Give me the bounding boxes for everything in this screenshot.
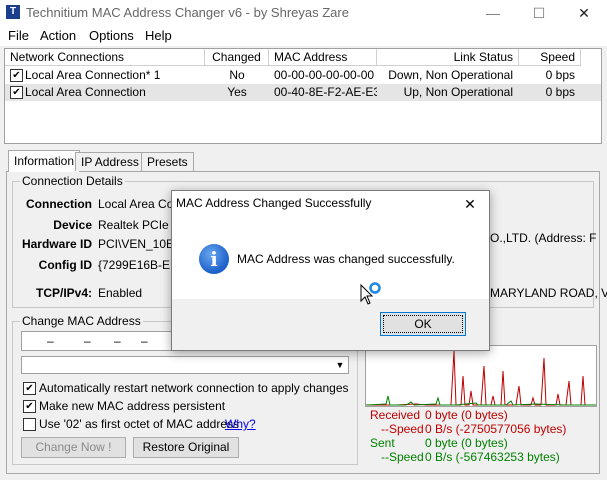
- use-02-label[interactable]: Use '02' as first octet of MAC address: [39, 417, 239, 431]
- persistent-label[interactable]: Make new MAC address persistent: [39, 399, 225, 413]
- chevron-down-icon[interactable]: ▼: [332, 357, 348, 373]
- tcp-ipv4-label: TCP/IPv4:: [35, 286, 92, 300]
- change-mac-title: Change MAC Address: [20, 314, 143, 328]
- mac-separator: –: [84, 334, 91, 348]
- row-speed: 0 bps: [545, 85, 575, 99]
- received-value: 0 byte (0 bytes): [425, 408, 508, 422]
- hardware-vendor-value: O.,LTD. (Address: F: [490, 231, 597, 245]
- minimize-button[interactable]: —: [470, 0, 516, 26]
- sent-value: 0 byte (0 bytes): [425, 436, 508, 450]
- received-traffic-line: [366, 350, 596, 406]
- window-title: Technitium MAC Address Changer v6 - by S…: [26, 5, 349, 20]
- connection-value: Local Area Con: [98, 197, 181, 211]
- received-speed-label: --Speed: [381, 422, 424, 436]
- row-mac-address: 00-00-00-00-00-00: [274, 68, 375, 82]
- table-row[interactable]: ✔ Local Area Connection Yes 00-40-8E-F2-…: [5, 84, 601, 101]
- row-changed: Yes: [227, 85, 247, 99]
- hardware-id-value: PCI\VEN_10E: [98, 237, 175, 251]
- received-speed-value: 0 B/s (-2750577056 bytes): [425, 422, 567, 436]
- tab-presets[interactable]: Presets: [141, 152, 194, 171]
- config-id-label: Config ID: [38, 258, 92, 272]
- config-id-value: {7299E16B-EF: [98, 258, 178, 272]
- why-link[interactable]: Why?: [225, 417, 256, 431]
- mac-separator: –: [114, 334, 121, 348]
- sent-speed-value: 0 B/s (-567463253 bytes): [425, 450, 560, 464]
- tab-ip-address[interactable]: IP Address: [75, 152, 145, 171]
- row-link-status: Up, Non Operational: [403, 85, 513, 99]
- menu-file[interactable]: File: [8, 28, 29, 43]
- device-value: Realtek PCIe G: [98, 218, 182, 232]
- use-02-checkbox[interactable]: [23, 418, 36, 431]
- received-label: Received: [370, 408, 421, 422]
- row-checkbox[interactable]: ✔: [10, 69, 23, 82]
- sent-label: Sent: [370, 436, 395, 450]
- sent-speed-label: --Speed: [381, 450, 424, 464]
- column-header-speed[interactable]: Speed: [519, 49, 581, 66]
- traffic-graph: [365, 345, 597, 407]
- connection-details-title: Connection Details: [20, 174, 125, 188]
- hardware-id-label: Hardware ID: [21, 237, 92, 251]
- row-link-status: Down, Non Operational: [388, 68, 513, 82]
- auto-restart-checkbox[interactable]: ✔: [23, 382, 36, 395]
- busy-cursor-icon: [360, 282, 381, 305]
- column-header-network-connections[interactable]: Network Connections: [5, 49, 205, 66]
- tab-information[interactable]: Information: [8, 150, 81, 172]
- column-header-changed[interactable]: Changed: [205, 49, 269, 66]
- vendor-dropdown[interactable]: ▼: [21, 356, 349, 374]
- connection-label: Connection: [26, 197, 92, 211]
- change-now-button[interactable]: Change Now !: [21, 437, 126, 458]
- row-connection-name: Local Area Connection: [25, 85, 146, 99]
- mac-separator: –: [141, 334, 148, 348]
- tcp-ipv4-value: Enabled: [98, 286, 143, 300]
- menu-options[interactable]: Options: [89, 28, 134, 43]
- column-header-mac-address[interactable]: MAC Address: [269, 49, 377, 66]
- mac-separator: –: [47, 334, 54, 348]
- connections-list[interactable]: Network Connections Changed MAC Address …: [4, 48, 602, 144]
- row-checkbox[interactable]: ✔: [10, 86, 23, 99]
- row-mac-address: 00-40-8E-F2-AE-E3: [274, 85, 377, 99]
- menu-action[interactable]: Action: [40, 28, 76, 43]
- close-button[interactable]: ✕: [561, 0, 607, 26]
- table-row[interactable]: ✔ Local Area Connection* 1 No 00-00-00-0…: [5, 67, 601, 84]
- ok-button[interactable]: OK: [380, 312, 466, 336]
- success-dialog: MAC Address Changed Successfully ✕ i MAC…: [171, 190, 490, 351]
- restore-original-button[interactable]: Restore Original: [133, 437, 239, 458]
- menu-help[interactable]: Help: [145, 28, 172, 43]
- row-connection-name: Local Area Connection* 1: [25, 68, 161, 82]
- row-changed: No: [229, 68, 245, 82]
- row-speed: 0 bps: [545, 68, 575, 82]
- persistent-checkbox[interactable]: ✔: [23, 400, 36, 413]
- dialog-title: MAC Address Changed Successfully: [176, 196, 372, 210]
- app-icon: T: [6, 5, 20, 19]
- auto-restart-label[interactable]: Automatically restart network connection…: [39, 381, 349, 395]
- column-header-link-status[interactable]: Link Status: [377, 49, 519, 66]
- vendor-address-value: MARYLAND ROAD, V: [490, 286, 607, 300]
- info-icon: i: [199, 244, 229, 274]
- maximize-button[interactable]: ☐: [516, 0, 562, 26]
- device-label: Device: [53, 218, 92, 232]
- dialog-close-button[interactable]: ✕: [456, 193, 484, 215]
- dialog-message: MAC Address was changed successfully.: [237, 252, 455, 266]
